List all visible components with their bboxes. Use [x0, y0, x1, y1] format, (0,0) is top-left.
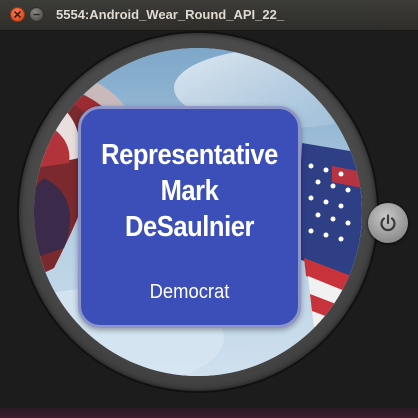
minimize-window-button[interactable]: [29, 7, 44, 22]
desktop-strip: [0, 408, 418, 418]
name-first-line: Mark: [160, 175, 219, 207]
name-last-line: DeSaulnier: [125, 211, 254, 243]
power-button[interactable]: [368, 203, 408, 243]
representative-card[interactable]: Representative Mark DeSaulnier Democrat: [78, 106, 301, 328]
power-icon: [380, 214, 396, 232]
name-title-line: Representative: [101, 139, 278, 171]
close-icon: [14, 11, 21, 18]
window-title: 5554:Android_Wear_Round_API_22_: [56, 7, 285, 22]
party-label: Democrat: [149, 281, 230, 303]
minimize-icon: [33, 13, 40, 16]
representative-name: Representative Mark DeSaulnier: [94, 137, 285, 245]
window-titlebar: 5554:Android_Wear_Round_API_22_: [0, 0, 418, 31]
close-window-button[interactable]: [10, 7, 25, 22]
